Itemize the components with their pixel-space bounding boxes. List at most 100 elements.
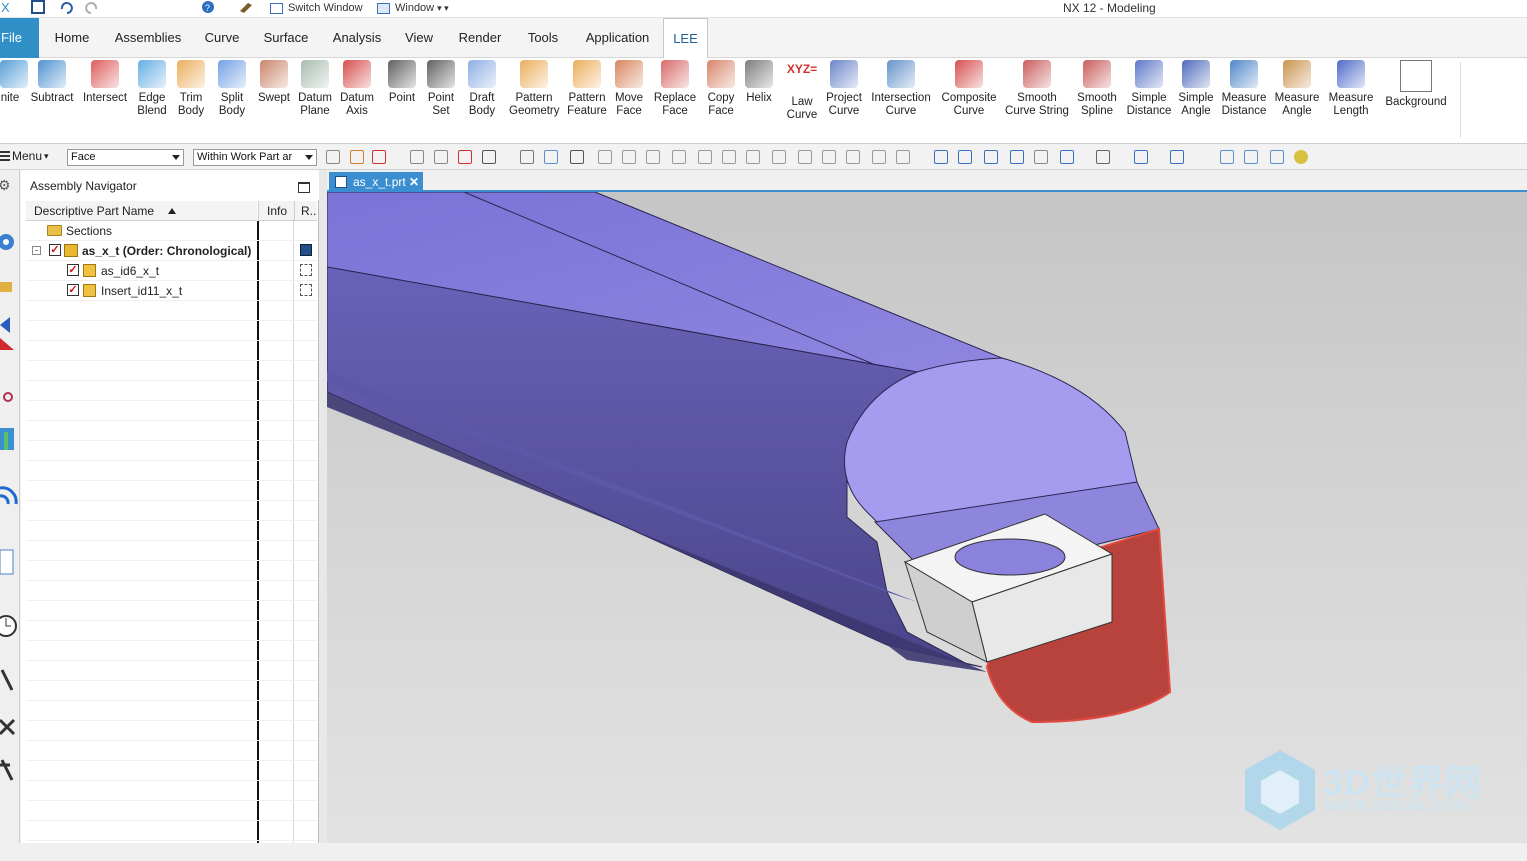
- tab-tools[interactable]: Tools: [518, 18, 568, 58]
- ribbon-button-project-curve[interactable]: Project Curve: [823, 60, 865, 118]
- toolbar-tool-icon[interactable]: [520, 150, 534, 164]
- panel-splitter[interactable]: [319, 170, 327, 843]
- ribbon-button-measure-length[interactable]: Measure Length: [1328, 60, 1374, 118]
- toolbar-tool-icon[interactable]: [1060, 150, 1074, 164]
- toolbar-tool-icon[interactable]: [1010, 150, 1024, 164]
- ribbon-button-smooth-curve-string[interactable]: Smooth Curve String: [1004, 60, 1070, 118]
- ribbon-button-replace-face[interactable]: Replace Face: [653, 60, 697, 118]
- ribbon-button-move-face[interactable]: Move Face: [610, 60, 648, 118]
- toolbar-tool-icon[interactable]: [772, 150, 786, 164]
- ribbon-button-smooth-spline[interactable]: Smooth Spline: [1070, 60, 1124, 118]
- tab-view[interactable]: View: [397, 18, 441, 58]
- ribbon-button-edge-blend[interactable]: Edge Blend: [133, 60, 171, 118]
- toolbar-tool-icon[interactable]: [1244, 150, 1258, 164]
- ribbon-button-datum-plane[interactable]: Datum Plane: [296, 60, 334, 118]
- ribbon-button-law-curve[interactable]: XYZ= Law Curve: [782, 60, 822, 122]
- toolbar-tool-icon[interactable]: [984, 150, 998, 164]
- tree-row-part[interactable]: ✓ Insert_id11_x_t: [27, 281, 317, 301]
- tree-row-sections[interactable]: Sections: [27, 221, 317, 241]
- toolbar-tool-icon[interactable]: [958, 150, 972, 164]
- switch-window-button[interactable]: Switch Window: [270, 0, 363, 16]
- ribbon-button-pattern-geometry[interactable]: Pattern Geometry: [509, 60, 560, 118]
- resource-bar-icons[interactable]: ⚙: [0, 170, 20, 843]
- toolbar-tool-icon[interactable]: [798, 150, 812, 164]
- toolbar-tool-icon[interactable]: [350, 150, 364, 164]
- tree-row-assembly[interactable]: - ✓ as_x_t (Order: Chronological): [27, 241, 317, 261]
- toolbar-tool-icon[interactable]: [1170, 150, 1184, 164]
- tab-analysis[interactable]: Analysis: [326, 18, 388, 58]
- ribbon-button-trim-body[interactable]: Trim Body: [173, 60, 209, 118]
- ribbon-button-pattern-feature[interactable]: Pattern Feature: [565, 60, 609, 118]
- maximize-icon[interactable]: [298, 182, 310, 193]
- close-icon[interactable]: ✕: [409, 172, 419, 192]
- toolbar-tool-icon[interactable]: [646, 150, 660, 164]
- toolbar-tool-icon[interactable]: [544, 150, 558, 164]
- tree-row-part[interactable]: ✓ as_id6_x_t: [27, 261, 317, 281]
- toolbar-tool-icon[interactable]: [326, 150, 340, 164]
- ribbon-button-intersect[interactable]: Intersect: [80, 60, 130, 105]
- quick-access-icons[interactable]: X ?: [0, 0, 270, 16]
- type-filter-select[interactable]: Face: [67, 149, 184, 166]
- column-header-name[interactable]: Descriptive Part Name: [26, 201, 257, 221]
- toolbar-tool-icon[interactable]: [1294, 150, 1308, 164]
- toolbar-tool-icon[interactable]: [846, 150, 860, 164]
- checkbox-checked-icon[interactable]: ✓: [67, 264, 79, 276]
- tab-curve[interactable]: Curve: [197, 18, 247, 58]
- toolbar-tool-icon[interactable]: [372, 150, 386, 164]
- collapse-icon[interactable]: -: [32, 246, 41, 255]
- ribbon-button-copy-face[interactable]: Copy Face: [702, 60, 740, 118]
- toolbar-tool-icon[interactable]: [622, 150, 636, 164]
- menu-button[interactable]: Menu ▾: [0, 149, 49, 163]
- toolbar-tool-icon[interactable]: [482, 150, 496, 164]
- toolbar-tool-icon[interactable]: [410, 150, 424, 164]
- toolbar-tool-icon[interactable]: [1270, 150, 1284, 164]
- ribbon-button-simple-angle[interactable]: Simple Angle: [1177, 60, 1215, 118]
- toolbar-tool-icon[interactable]: [672, 150, 686, 164]
- ribbon-button-point[interactable]: Point: [386, 60, 418, 105]
- tab-render[interactable]: Render: [450, 18, 510, 58]
- ribbon-button-intersection-curve[interactable]: Intersection Curve: [869, 60, 933, 118]
- tab-surface[interactable]: Surface: [256, 18, 316, 58]
- ribbon-button-split-body[interactable]: Split Body: [214, 60, 250, 118]
- tool-holder-model[interactable]: [326, 191, 1527, 843]
- ribbon-button-simple-distance[interactable]: Simple Distance: [1126, 60, 1172, 118]
- toolbar-tool-icon[interactable]: [1220, 150, 1234, 164]
- column-header-r[interactable]: R..: [294, 201, 317, 221]
- toolbar-tool-icon[interactable]: [1096, 150, 1110, 164]
- toolbar-tool-icon[interactable]: [698, 150, 712, 164]
- ribbon-button-draft-body[interactable]: Draft Body: [464, 60, 500, 118]
- checkbox-checked-icon[interactable]: ✓: [67, 284, 79, 296]
- ribbon-button-composite-curve[interactable]: Composite Curve: [937, 60, 1001, 118]
- toolbar-tool-icon[interactable]: [822, 150, 836, 164]
- toolbar-tool-icon[interactable]: [1134, 150, 1148, 164]
- tab-lee[interactable]: LEE: [663, 18, 708, 59]
- toolbar-tool-icon[interactable]: [1034, 150, 1048, 164]
- toolbar-tool-icon[interactable]: [896, 150, 910, 164]
- tab-application[interactable]: Application: [576, 18, 659, 58]
- checkbox-checked-icon[interactable]: ✓: [49, 244, 61, 256]
- ribbon-button-measure-distance[interactable]: Measure Distance: [1218, 60, 1270, 118]
- document-tab[interactable]: as_x_t.prt ✕: [329, 172, 423, 192]
- ribbon-button-swept[interactable]: Swept: [256, 60, 292, 105]
- column-header-info[interactable]: Info: [258, 201, 294, 221]
- toolbar-tool-icon[interactable]: [598, 150, 612, 164]
- ribbon-button-nite[interactable]: nite: [0, 60, 28, 105]
- window-menu-button[interactable]: Window ▾ ▾: [377, 0, 449, 16]
- tab-file[interactable]: File: [0, 18, 39, 58]
- tab-assemblies[interactable]: Assemblies: [107, 18, 189, 58]
- ribbon-button-subtract[interactable]: Subtract: [28, 60, 76, 105]
- toolbar-tool-icon[interactable]: [722, 150, 736, 164]
- ribbon-button-point-set[interactable]: Point Set: [426, 60, 456, 118]
- ribbon-button-datum-axis[interactable]: Datum Axis: [338, 60, 376, 118]
- selection-scope-select[interactable]: Within Work Part ar: [193, 149, 317, 166]
- toolbar-tool-icon[interactable]: [434, 150, 448, 164]
- graphics-window[interactable]: 3D世界网 WWW.3DSJW.COM: [326, 191, 1527, 843]
- ribbon-button-measure-angle[interactable]: Measure Angle: [1274, 60, 1320, 118]
- toolbar-tool-icon[interactable]: [570, 150, 584, 164]
- tab-home[interactable]: Home: [46, 18, 98, 58]
- toolbar-tool-icon[interactable]: [934, 150, 948, 164]
- toolbar-tool-icon[interactable]: [872, 150, 886, 164]
- toolbar-tool-icon[interactable]: [746, 150, 760, 164]
- ribbon-button-background[interactable]: Background: [1383, 60, 1449, 109]
- ribbon-button-helix[interactable]: Helix: [743, 60, 775, 105]
